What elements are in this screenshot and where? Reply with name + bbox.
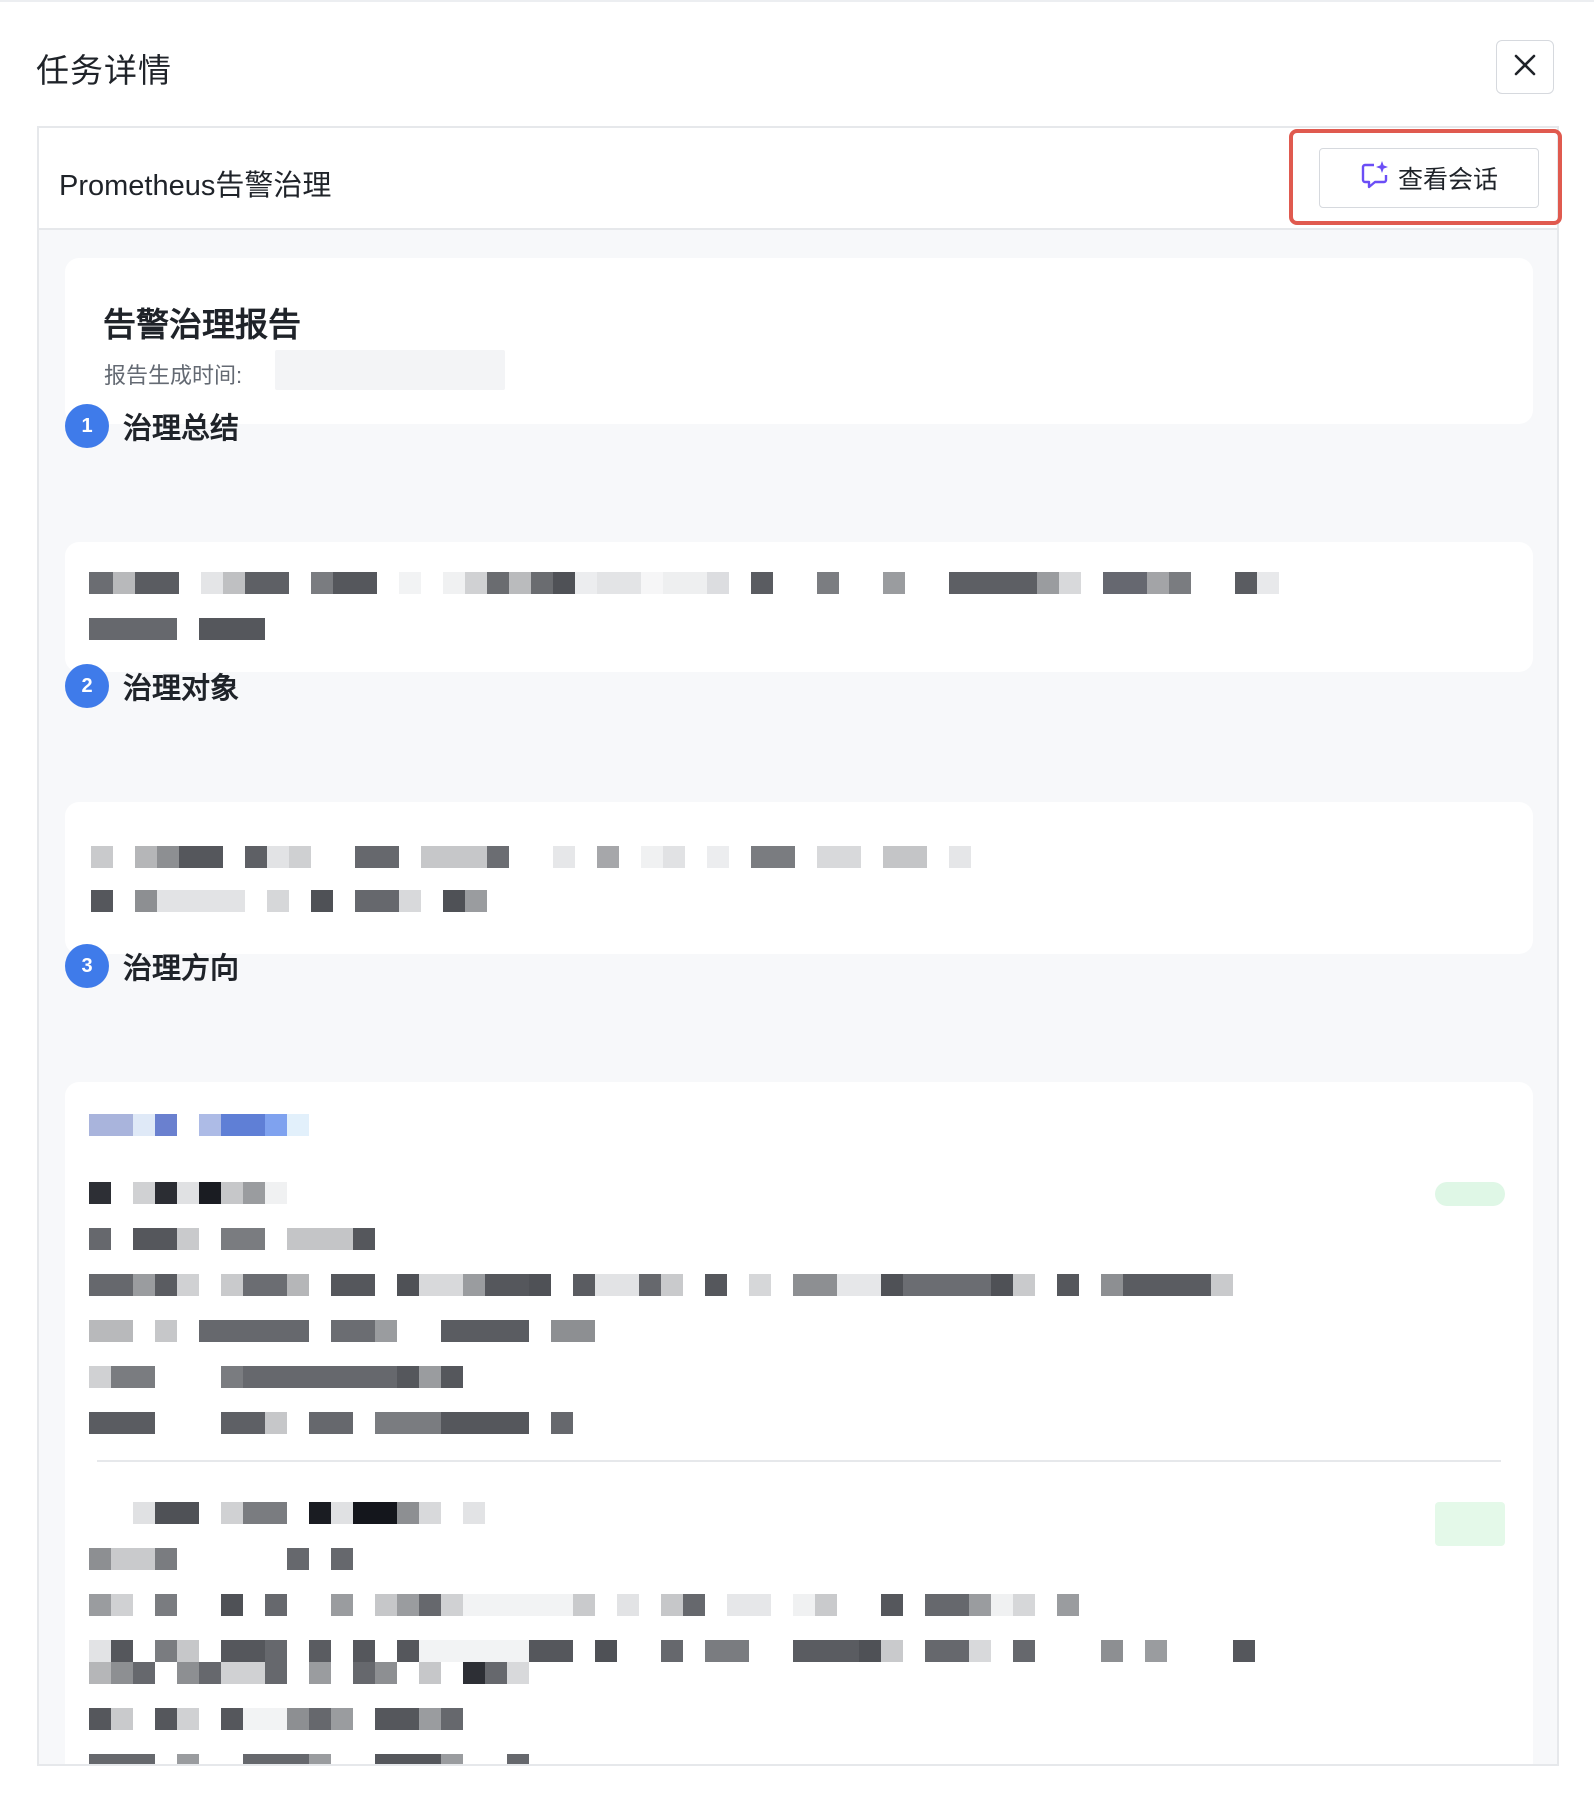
- section-number: 3: [65, 944, 109, 988]
- status-tag-redacted: [1435, 1182, 1505, 1206]
- summary-content: [65, 542, 1533, 672]
- redacted-text-line: [89, 1708, 463, 1730]
- objects-content: [65, 802, 1533, 954]
- close-button[interactable]: [1496, 40, 1554, 94]
- redacted-text-line: [89, 1594, 1079, 1616]
- redacted-text-line: [89, 1754, 529, 1764]
- redacted-text-line: [89, 1548, 353, 1570]
- redacted-text-line: [91, 846, 971, 868]
- redacted-text-line: [89, 1366, 463, 1388]
- redacted-text-line: [89, 1662, 529, 1684]
- direction-content: [65, 1082, 1533, 1764]
- section-title: 治理总结: [123, 413, 240, 445]
- section-header-objects: 2 治理对象: [65, 664, 239, 708]
- section-header-summary: 1 治理总结: [65, 404, 239, 448]
- status-tag-redacted: [1435, 1502, 1505, 1546]
- redacted-text-line: [89, 572, 1279, 594]
- section-title: 治理方向: [123, 953, 240, 985]
- redacted-text-line: [89, 1228, 375, 1250]
- close-icon: [1514, 54, 1536, 81]
- redacted-heading-line: [89, 1114, 309, 1136]
- section-title: 治理对象: [123, 673, 240, 705]
- section-number: 1: [65, 404, 109, 448]
- report-time-value-redacted: [275, 350, 505, 390]
- highlight-box: [1289, 129, 1562, 225]
- section-number: 2: [65, 664, 109, 708]
- report-time-label: 报告生成时间:: [104, 363, 243, 388]
- section-divider: [97, 1460, 1501, 1462]
- report-card: 告警治理报告 报告生成时间:: [65, 258, 1533, 424]
- redacted-text-line: [89, 1640, 1255, 1662]
- redacted-text-line: [89, 618, 265, 640]
- redacted-text-line: [89, 1502, 485, 1524]
- top-rule: [0, 0, 1594, 2]
- section-header-direction: 3 治理方向: [65, 944, 239, 988]
- redacted-text-line: [89, 1412, 573, 1434]
- task-card: Prometheus告警治理 查看会话 告警治理报告 报告生成时间: 1 治理总…: [37, 126, 1559, 1766]
- task-name: Prometheus告警治理: [59, 170, 332, 202]
- redacted-text-line: [91, 890, 487, 912]
- panel-title: 任务详情: [36, 52, 172, 89]
- report-title: 告警治理报告: [103, 306, 301, 343]
- redacted-text-line: [89, 1320, 595, 1342]
- redacted-text-line: [89, 1274, 1233, 1296]
- redacted-text-line: [89, 1182, 287, 1204]
